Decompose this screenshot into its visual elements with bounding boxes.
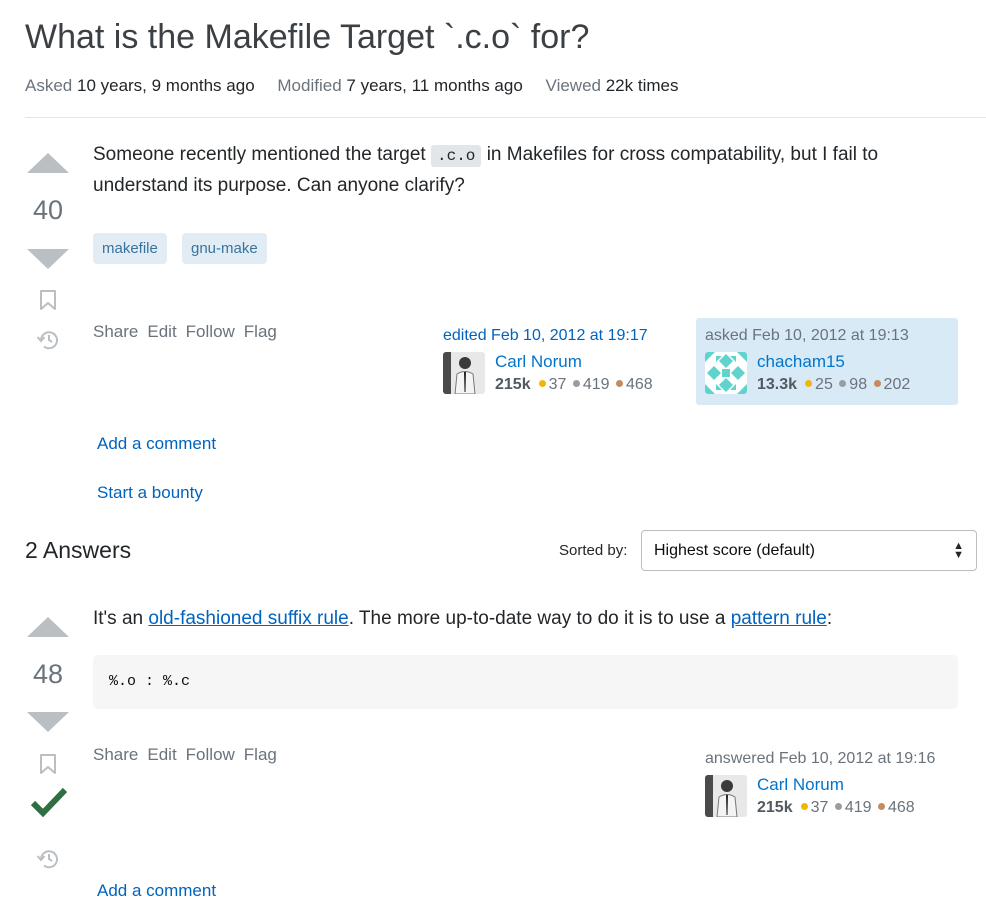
editor-reputation: 215k [495,376,531,393]
share-link[interactable]: Share [93,745,138,764]
silver-badge-icon [572,380,580,388]
sort-arrows-icon: ▲ ▼ [953,540,964,561]
bronze-badge-icon [873,380,881,388]
viewed-value: 22k times [605,76,679,95]
answered-timestamp[interactable]: answered Feb 10, 2012 at 19:16 [705,750,935,768]
asker-bronze-count: 202 [883,376,911,393]
answerer-silver-count: 419 [844,799,872,816]
asked-value[interactable]: 10 years, 9 months ago [77,76,255,95]
silver-badge-icon [839,380,847,388]
flag-link[interactable]: Flag [244,745,277,764]
question-post-menu: Share Edit Follow Flag [93,322,286,342]
question-body: Someone recently mentioned the target .c… [93,140,953,201]
answer-text-1: It's an [93,608,144,629]
answer-body: It's an old-fashioned suffix rule. The m… [93,604,963,634]
avatar[interactable] [443,352,485,394]
modified-label: Modified [277,76,342,95]
question-upvote-button[interactable] [27,153,69,173]
answer-text-2: . The more up-to-date way to do it is to… [348,608,726,629]
gold-badge-icon [805,380,813,388]
bronze-badge-icon [878,803,885,811]
question-meta: Asked 10 years, 9 months ago Modified 7 … [25,76,696,96]
avatar[interactable] [705,352,747,394]
add-comment-link[interactable]: Add a comment [97,434,216,454]
asked-label: Asked [25,76,73,95]
silver-badge-icon [834,803,842,811]
asker-gold-count: 25 [815,376,833,393]
answer-upvote-button[interactable] [27,617,69,637]
follow-link[interactable]: Follow [186,745,235,764]
tag-makefile[interactable]: makefile [93,233,167,264]
editor-silver-count: 419 [582,376,610,393]
editor-gold-count: 37 [548,376,567,393]
inline-code: .c.o [431,145,482,167]
editor-name[interactable]: Carl Norum [495,352,582,372]
suffix-rule-link[interactable]: old-fashioned suffix rule [148,608,348,629]
follow-link[interactable]: Follow [186,322,235,341]
answer-text-3: : [826,608,833,629]
answerer-stats: 215k 37 419 468 [757,799,915,817]
bronze-badge-icon [616,380,623,388]
answer-post-menu: Share Edit Follow Flag [93,745,286,765]
edited-timestamp[interactable]: edited Feb 10, 2012 at 19:17 [443,327,648,345]
sort-label: Sorted by: [559,542,628,559]
bookmark-icon[interactable] [38,753,58,780]
answer-score: 48 [32,659,64,689]
answerer-name[interactable]: Carl Norum [757,775,844,795]
answers-count-heading: 2 Answers [25,537,132,563]
question-title[interactable]: What is the Makefile Target `.c.o` for? [25,18,589,57]
sort-selected-value: Highest score (default) [654,542,815,559]
code-block: %.o : %.c [93,655,958,709]
pattern-rule-link[interactable]: pattern rule [731,608,827,629]
answerer-reputation: 215k [757,799,793,816]
editor-stats: 215k 37 419 468 [495,376,653,394]
avatar[interactable] [705,775,747,817]
modified-value[interactable]: 7 years, 11 months ago [346,76,522,95]
asked-timestamp[interactable]: asked Feb 10, 2012 at 19:13 [705,327,909,345]
gold-badge-icon [800,803,808,811]
history-icon[interactable] [36,328,60,357]
asker-silver-count: 98 [849,376,868,393]
gold-badge-icon [538,380,546,388]
question-score: 40 [32,195,64,225]
answer-downvote-button[interactable] [27,712,69,732]
accepted-check-icon [30,786,68,823]
viewed-label: Viewed [545,76,601,95]
header-divider [25,117,986,118]
flag-link[interactable]: Flag [244,322,277,341]
question-text-start: Someone recently mentioned the target [93,144,426,165]
sort-select[interactable]: Highest score (default) ▲ ▼ [641,530,977,571]
add-comment-link[interactable]: Add a comment [97,881,216,901]
asker-reputation: 13.3k [757,376,798,393]
history-icon[interactable] [36,847,60,876]
edit-link[interactable]: Edit [147,322,176,341]
asker-stats: 13.3k 25 98 202 [757,376,910,394]
asker-name[interactable]: chacham15 [757,352,845,372]
answerer-gold-count: 37 [810,799,829,816]
share-link[interactable]: Share [93,322,138,341]
question-downvote-button[interactable] [27,249,69,269]
tag-gnu-make[interactable]: gnu-make [182,233,267,264]
editor-bronze-count: 468 [626,376,653,393]
answerer-bronze-count: 468 [888,799,915,816]
bookmark-icon[interactable] [38,289,58,316]
edit-link[interactable]: Edit [147,745,176,764]
start-bounty-link[interactable]: Start a bounty [97,483,203,503]
